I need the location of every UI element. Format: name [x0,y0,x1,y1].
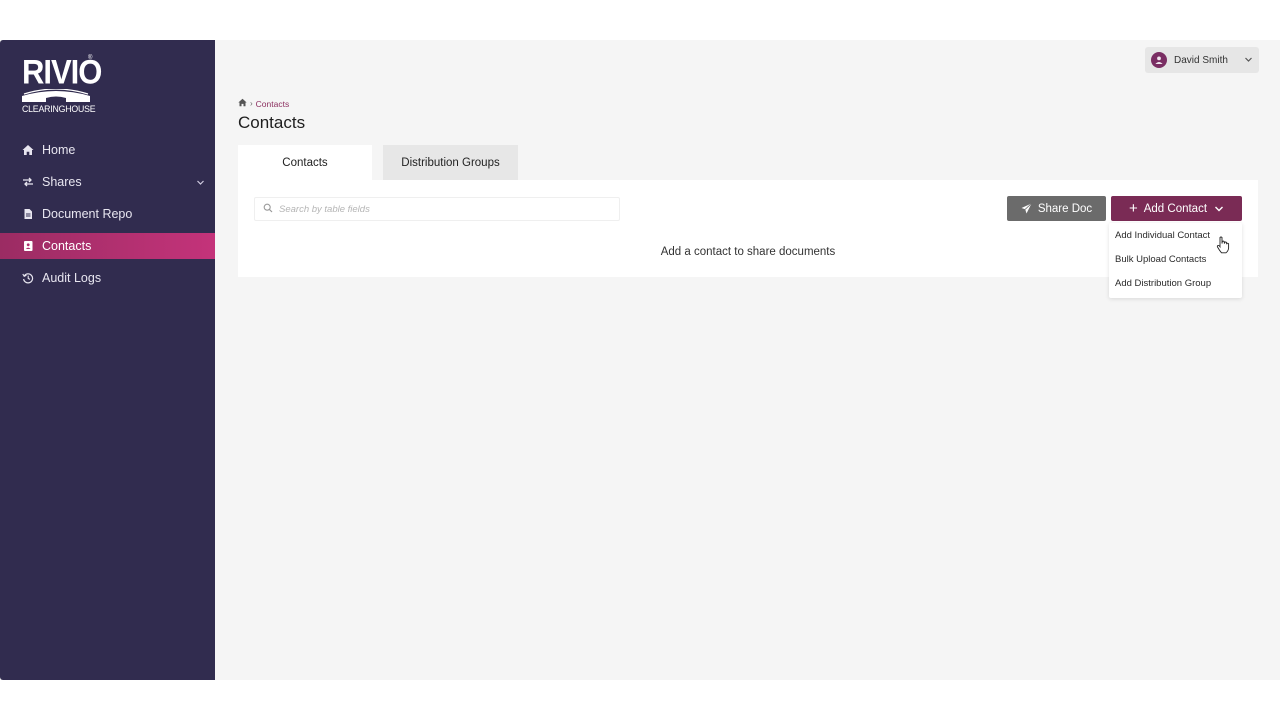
sidebar-item-shares[interactable]: Shares [0,169,215,195]
menu-item-add-distribution-group[interactable]: Add Distribution Group [1115,278,1211,289]
menu-item-add-individual-contact[interactable]: Add Individual Contact [1115,230,1210,241]
sidebar-item-label: Audit Logs [42,271,102,285]
page-title: Contacts [238,113,306,132]
breadcrumb-separator-icon: › [250,99,253,108]
avatar [1151,52,1167,68]
breadcrumb-current[interactable]: Contacts [256,99,290,109]
sidebar-item-label: Shares [42,175,82,189]
sidebar-item-contacts[interactable]: Contacts [0,233,215,259]
sidebar-item-label: Home [42,143,76,157]
brand-name: RIVIO [22,52,102,92]
sidebar-item-label: Contacts [42,239,92,253]
sidebar-nav: Home Shares Document Repo Contacts Audit… [0,137,215,297]
sidebar-item-audit-logs[interactable]: Audit Logs [0,265,215,291]
history-icon [22,272,34,284]
send-icon [1021,203,1032,214]
add-contact-label: Add Contact [1143,202,1208,215]
logo-arch-icon [22,89,90,102]
brand-subtitle: CLEARINGHOUSE [22,104,96,115]
sidebar: RIVIO ® CLEARINGHOUSE Home Shares Docume… [0,40,215,680]
tab-distribution-groups[interactable]: Distribution Groups [383,145,518,180]
add-contact-menu: Add Individual Contact Bulk Upload Conta… [1109,223,1242,298]
user-menu[interactable]: David Smith [1145,47,1259,73]
add-contact-button[interactable]: + Add Contact [1111,196,1242,221]
user-name: David Smith [1174,54,1228,66]
chevron-down-icon [1214,205,1224,213]
chevron-down-icon[interactable] [196,176,205,190]
menu-item-bulk-upload-contacts[interactable]: Bulk Upload Contacts [1115,254,1206,265]
brand-trademark: ® [88,55,93,61]
search-input[interactable] [279,203,599,215]
app-window: RIVIO ® CLEARINGHOUSE Home Shares Docume… [0,40,1280,680]
share-icon [22,176,34,188]
sidebar-item-label: Document Repo [42,207,133,221]
contacts-panel: Share Doc + Add Contact Add a contact to… [238,180,1258,277]
document-icon [22,208,34,220]
plus-icon: + [1128,200,1138,217]
share-doc-label: Share Doc [1037,202,1093,215]
chevron-down-icon [1244,56,1253,67]
breadcrumb: › Contacts [238,98,289,109]
brand-logo[interactable]: RIVIO ® CLEARINGHOUSE [22,52,112,118]
hand-cursor-icon [1216,236,1230,259]
contact-card-icon [22,240,34,252]
search-icon [263,200,273,218]
home-icon [22,144,34,156]
sidebar-item-document-repo[interactable]: Document Repo [0,201,215,227]
home-icon[interactable] [238,98,247,109]
sidebar-item-home[interactable]: Home [0,137,215,163]
search-box[interactable] [254,197,620,221]
empty-state-message: Add a contact to share documents [660,246,836,258]
share-doc-button[interactable]: Share Doc [1007,196,1106,221]
tab-contacts[interactable]: Contacts [238,145,372,180]
